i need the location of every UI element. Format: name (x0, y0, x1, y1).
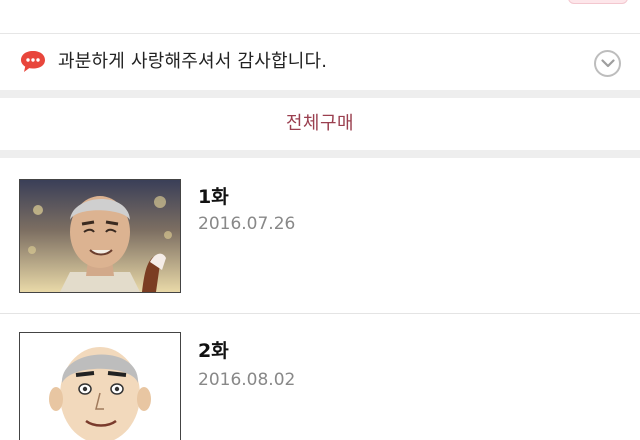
purchase-all-label: 전체구매 (285, 113, 355, 134)
episode-title: 2화 (198, 340, 229, 362)
episode-list-page: 과분하게 사랑해주셔서 감사합니다. 전체구매 1화 2016.07.26 2화… (0, 0, 640, 440)
episode-date: 2016.07.26 (198, 214, 296, 234)
episode-2-thumbnail (19, 332, 181, 440)
chevron-down-icon[interactable] (594, 50, 621, 77)
top-header-strip (0, 0, 640, 34)
purchase-all-button[interactable]: 전체구매 (0, 98, 640, 150)
section-divider (0, 90, 640, 98)
episode-title: 1화 (198, 186, 229, 208)
episode-row[interactable]: 2화 2016.08.02 (0, 314, 640, 440)
section-divider (0, 150, 640, 158)
episode-1-thumbnail (19, 179, 181, 293)
episode-row[interactable]: 1화 2016.07.26 (0, 158, 640, 313)
episode-date: 2016.08.02 (198, 370, 296, 390)
top-action-button[interactable] (568, 0, 628, 4)
notice-banner[interactable]: 과분하게 사랑해주셔서 감사합니다. (0, 34, 640, 90)
speech-bubble-icon (19, 49, 47, 79)
notice-text: 과분하게 사랑해주셔서 감사합니다. (58, 51, 328, 72)
